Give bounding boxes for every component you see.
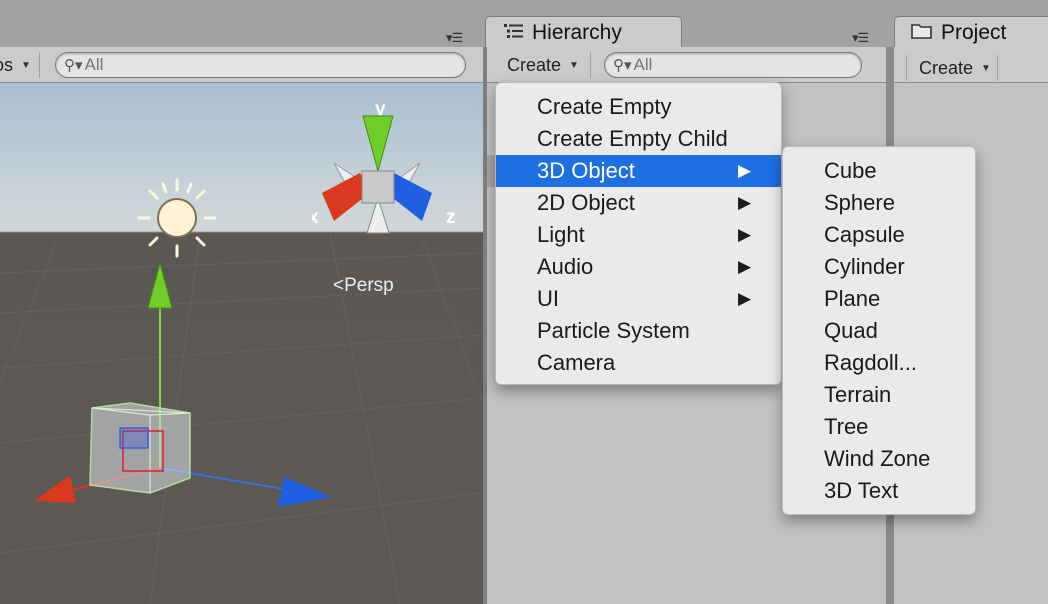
submenu-item-sphere[interactable]: Sphere [783,187,975,219]
project-create-button[interactable]: Create ▼ [906,55,998,81]
selection-marker [487,155,495,187]
tab-project[interactable]: Project [894,16,1048,48]
submenu-item-label: Ragdoll... [824,350,917,375]
submenu-item-capsule[interactable]: Capsule [783,219,975,251]
list-icon [504,21,524,45]
magnifier-icon: ⚲▾ [613,57,632,74]
triangle-right-icon: ▶ [738,257,752,276]
light-sun-icon[interactable] [135,176,219,260]
menu-item-create-empty-child[interactable]: Create Empty Child [496,123,781,155]
hierarchy-panel-menu-icon[interactable]: ▾☰ [852,30,869,46]
submenu-item-ragdoll[interactable]: Ragdoll... [783,347,975,379]
submenu-item-quad[interactable]: Quad [783,315,975,347]
menu-item-create-empty[interactable]: Create Empty [496,91,781,123]
project-create-label: Create [919,57,974,78]
menu-item-light[interactable]: Light ▶ [496,219,781,251]
submenu-item-label: Cube [824,158,877,183]
create-dropdown-menu: Create Empty Create Empty Child 3D Object ▶… [495,82,782,385]
scene-viewport[interactable]: y x z <Persp [0,83,483,604]
menu-item-label: Camera [537,350,616,375]
scene-panel-menu-icon[interactable]: ▾☰ [446,30,463,46]
menu-item-label: Light [537,222,585,247]
hierarchy-search-input[interactable] [633,55,834,75]
submenu-item-label: Tree [824,414,869,439]
submenu-item-label: 3D Text [824,478,899,503]
menu-item-label: Audio [537,254,594,279]
menu-item-label: 2D Object [537,190,635,215]
menu-item-particle-system[interactable]: Particle System [496,315,781,347]
submenu-item-terrain[interactable]: Terrain [783,379,975,411]
gizmos-dropdown-label: os [0,54,14,75]
submenu-item-tree[interactable]: Tree [783,411,975,443]
caret-down-icon: ▼ [21,59,31,71]
3d-object-submenu: Cube Sphere Capsule Cylinder Plane Quad Ragdol… [782,146,976,515]
submenu-item-label: Quad [824,318,878,343]
view-mode-label[interactable]: <Persp [333,275,394,297]
menu-item-2d-object[interactable]: 2D Object ▶ [496,187,781,219]
menu-item-label: Particle System [537,318,690,343]
caret-down-icon: ▼ [981,62,991,74]
menu-item-label: 3D Object [537,158,635,183]
submenu-item-label: Plane [824,286,881,311]
triangle-right-icon: ▶ [738,161,752,180]
submenu-item-label: Terrain [824,382,892,407]
gizmos-dropdown[interactable]: os ▼ [0,52,40,78]
menu-item-label: Create Empty Child [537,126,728,151]
scene-search-input[interactable] [84,55,285,75]
triangle-right-icon: ▶ [738,289,752,308]
submenu-item-label: Cylinder [824,254,905,279]
submenu-item-cube[interactable]: Cube [783,155,975,187]
axis-label-z: z [446,207,456,228]
hierarchy-create-label: Create [507,54,562,75]
submenu-item-cylinder[interactable]: Cylinder [783,251,975,283]
submenu-item-plane[interactable]: Plane [783,283,975,315]
folder-icon [911,21,933,45]
caret-down-icon: ▼ [569,59,579,71]
persp-icon: < [333,275,345,296]
axis-label-x: x [312,207,319,228]
menu-item-audio[interactable]: Audio ▶ [496,251,781,283]
submenu-item-label: Capsule [824,222,905,247]
orientation-gizmo[interactable]: y x z [312,93,462,243]
submenu-item-label: Wind Zone [824,446,931,471]
triangle-right-icon: ▶ [738,193,752,212]
submenu-item-3d-text[interactable]: 3D Text [783,475,975,507]
magnifier-icon: ⚲▾ [64,57,83,74]
tab-project-label: Project [941,20,1007,44]
triangle-right-icon: ▶ [738,225,752,244]
tab-hierarchy-label: Hierarchy [532,20,622,44]
submenu-item-label: Sphere [824,190,895,215]
hierarchy-create-button[interactable]: Create ▼ [495,52,591,78]
scene-search-field[interactable]: ⚲▾ [55,52,466,78]
menu-item-3d-object[interactable]: 3D Object ▶ [496,155,781,187]
submenu-item-wind-zone[interactable]: Wind Zone [783,443,975,475]
tab-hierarchy[interactable]: Hierarchy [485,16,682,48]
menu-item-label: UI [537,286,559,311]
menu-item-label: Create Empty [537,94,672,119]
menu-item-camera[interactable]: Camera [496,347,781,379]
move-transform-gizmo[interactable] [20,253,350,513]
hierarchy-search-field[interactable]: ⚲▾ [604,52,862,78]
menu-item-ui[interactable]: UI ▶ [496,283,781,315]
